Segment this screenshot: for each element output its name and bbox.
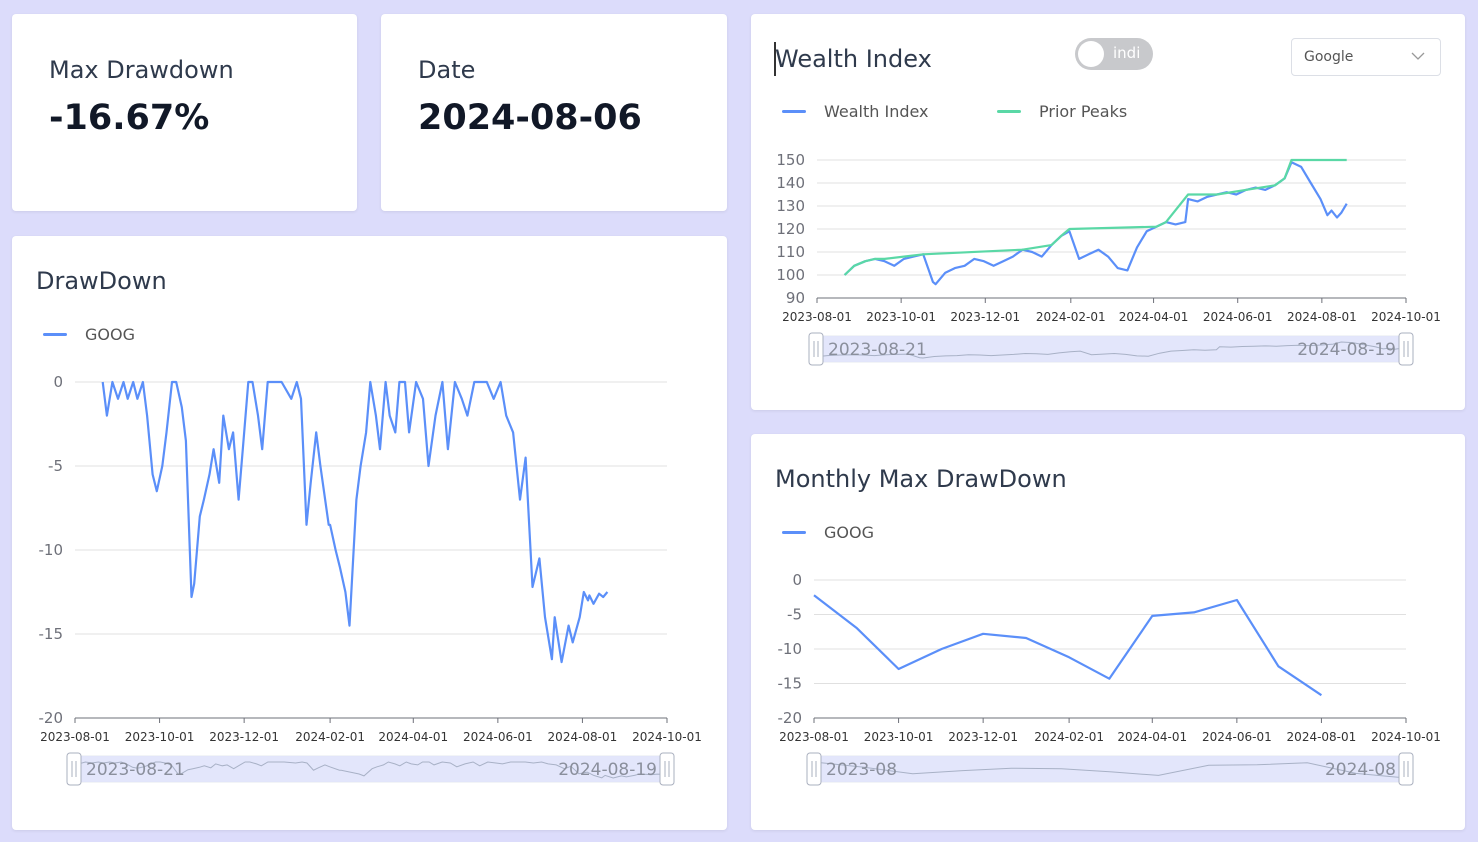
monthly-drawdown-panel: Monthly Max DrawDown GOOG (751, 434, 1465, 830)
wealth-index-panel: Wealth Index indi Google Wealth Index Pr… (751, 14, 1465, 410)
drawdown-panel: DrawDown GOOG (12, 236, 727, 830)
drawdown-title: DrawDown (36, 267, 167, 295)
drawdown-legend-swatch (43, 333, 67, 336)
toggle-knob (1078, 41, 1104, 67)
toggle-label: indi (1113, 44, 1141, 62)
max-drawdown-card: Max Drawdown -16.67% (12, 14, 357, 211)
text-cursor (774, 42, 776, 76)
date-card: Date 2024-08-06 (381, 14, 727, 211)
max-drawdown-label: Max Drawdown (49, 56, 234, 84)
monthly-legend-item[interactable]: GOOG (782, 523, 874, 542)
monthly-legend-label: GOOG (824, 523, 874, 542)
wealth-index-title: Wealth Index (775, 45, 932, 73)
max-drawdown-value: -16.67% (49, 98, 210, 138)
chevron-down-icon (1410, 48, 1426, 68)
ticker-select[interactable]: Google (1291, 38, 1441, 76)
wealth-legend-item-peaks[interactable]: Prior Peaks (997, 102, 1127, 121)
drawdown-legend-item[interactable]: GOOG (43, 325, 135, 344)
date-value: 2024-08-06 (418, 98, 642, 138)
drawdown-legend-label: GOOG (85, 325, 135, 344)
monthly-legend-swatch (782, 531, 806, 534)
wealth-legend-swatch (782, 110, 806, 113)
date-label: Date (418, 56, 476, 84)
monthly-drawdown-title: Monthly Max DrawDown (775, 465, 1067, 493)
ticker-select-value: Google (1304, 49, 1354, 65)
wealth-legend-label: Wealth Index (824, 102, 929, 121)
wealth-legend-item-wealth[interactable]: Wealth Index (782, 102, 929, 121)
indicator-toggle[interactable]: indi (1075, 38, 1153, 70)
peaks-legend-label: Prior Peaks (1039, 102, 1128, 121)
peaks-legend-swatch (997, 110, 1021, 113)
